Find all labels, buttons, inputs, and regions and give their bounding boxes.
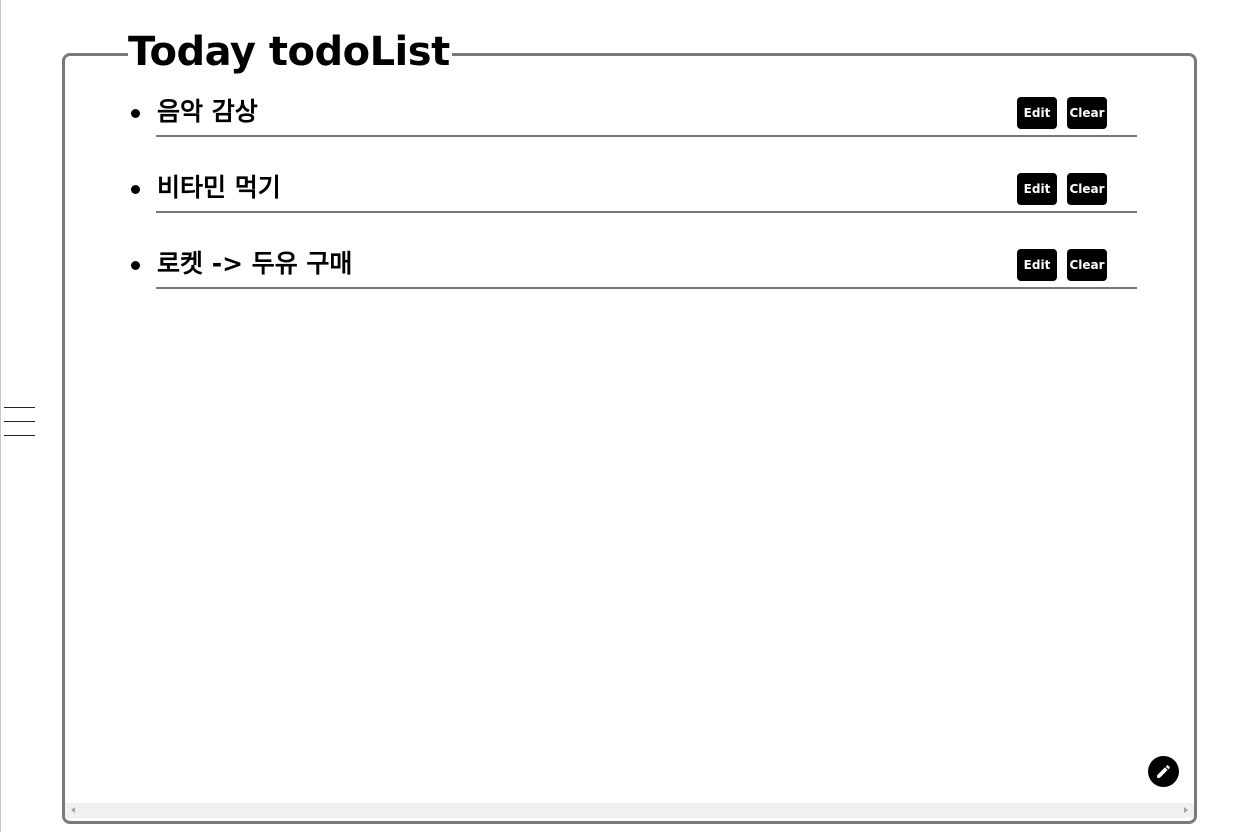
edit-button[interactable]: Edit [1017,249,1057,281]
todo-row: 비타민 먹기 Edit Clear [156,168,1137,213]
left-divider [0,0,1,832]
scroll-left-arrow-icon[interactable] [71,807,75,813]
todo-item: 로켓 -> 두유 구매 Edit Clear [128,244,1138,320]
horizontal-scrollbar[interactable] [65,803,1194,818]
todo-text: 음악 감상 [157,97,258,126]
hamburger-line [4,407,35,408]
edit-button[interactable]: Edit [1017,97,1057,129]
hamburger-line [4,435,35,436]
todo-row: 음악 감상 Edit Clear [156,92,1137,137]
bullet-icon [131,261,140,270]
clear-button[interactable]: Clear [1067,173,1107,205]
add-todo-button[interactable] [1148,756,1179,787]
clear-button[interactable]: Clear [1067,249,1107,281]
scroll-right-arrow-icon[interactable] [1184,807,1188,813]
bullet-icon [131,109,140,118]
todo-text: 로켓 -> 두유 구매 [157,249,353,278]
todo-text: 비타민 먹기 [157,173,281,202]
page-title: Today todoList [128,27,452,77]
bullet-icon [131,185,140,194]
todo-row: 로켓 -> 두유 구매 Edit Clear [156,244,1137,289]
todo-list: 음악 감상 Edit Clear 비타민 먹기 Edit Clear 로켓 ->… [128,92,1138,320]
hamburger-menu-icon[interactable] [4,406,36,438]
pencil-icon [1157,765,1170,778]
todo-item: 비타민 먹기 Edit Clear [128,168,1138,244]
clear-button[interactable]: Clear [1067,97,1107,129]
todo-item: 음악 감상 Edit Clear [128,92,1138,168]
edit-button[interactable]: Edit [1017,173,1057,205]
hamburger-line [4,421,35,422]
